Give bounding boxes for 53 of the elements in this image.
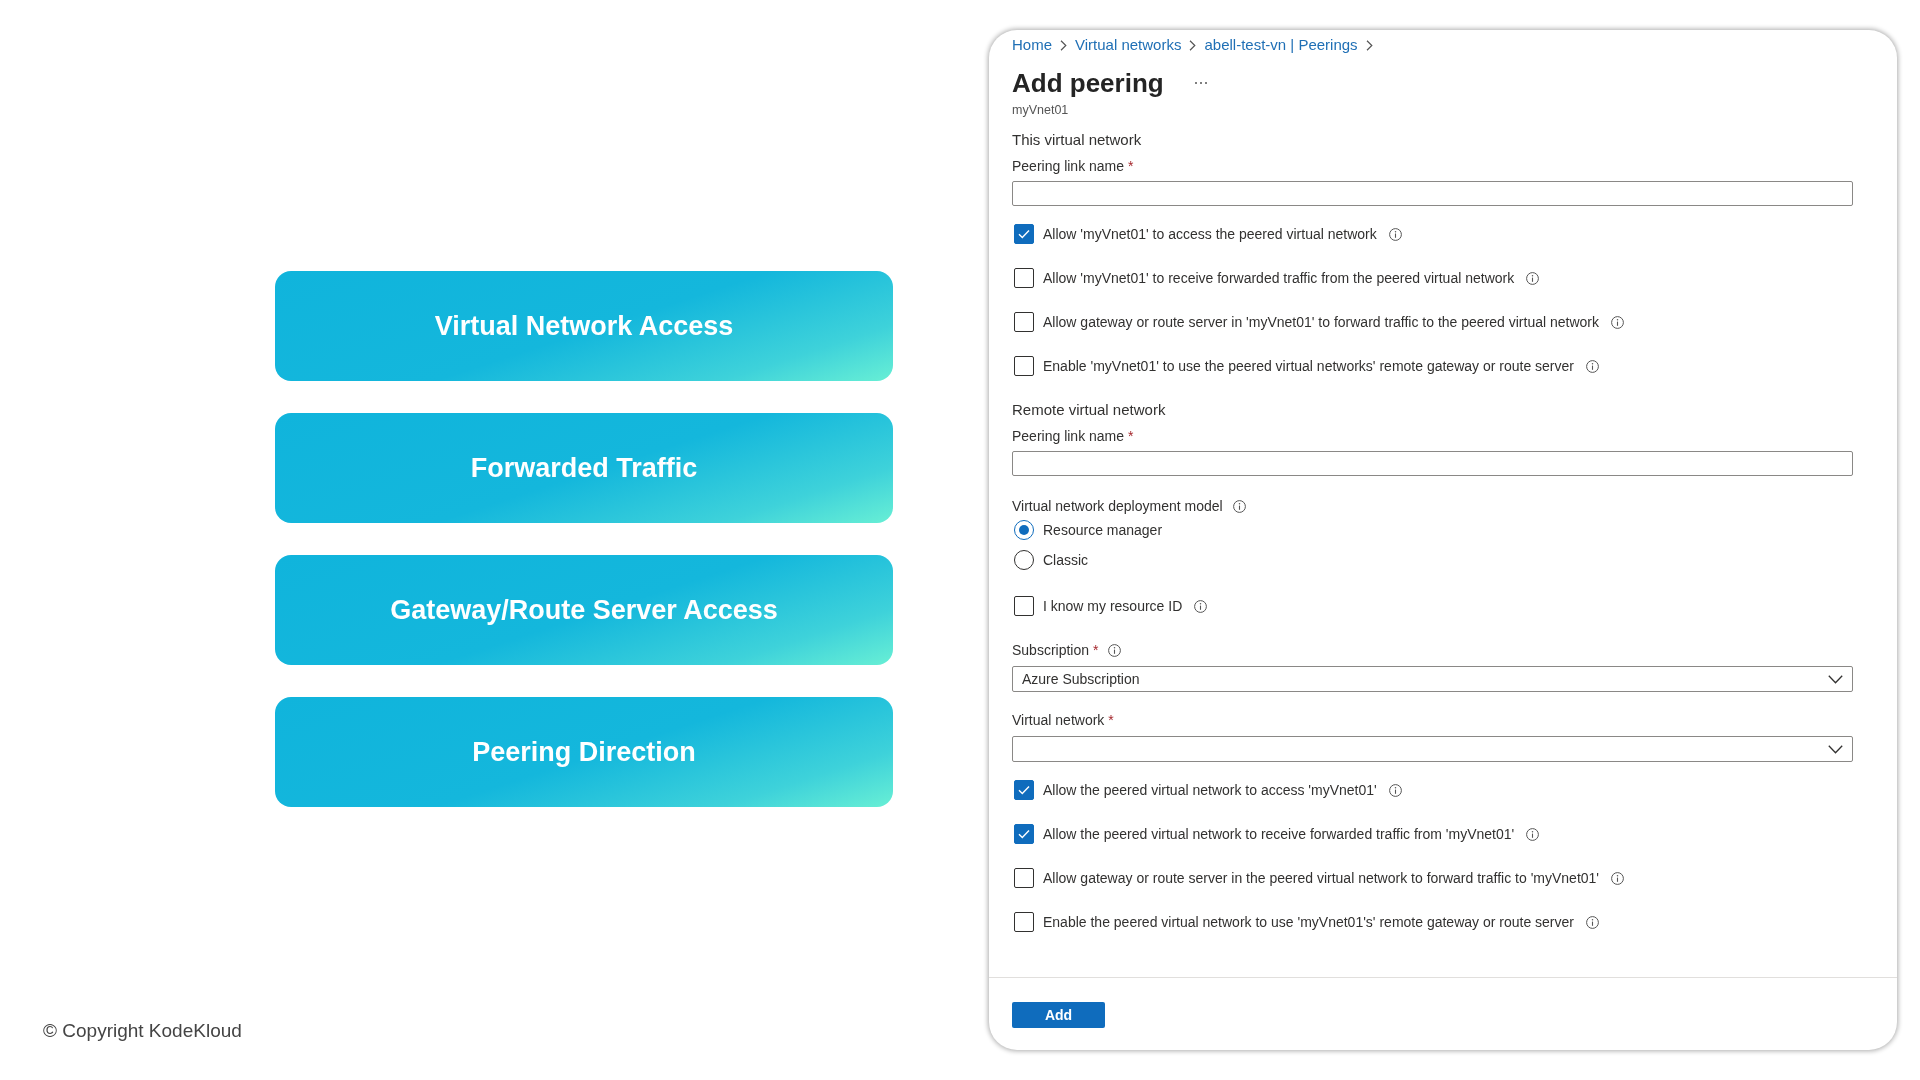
checkmark-icon [1018, 785, 1030, 795]
field-label: Peering link name * [1012, 157, 1134, 176]
text-input[interactable] [1012, 181, 1853, 206]
field-label: Subscription * [1012, 641, 1099, 660]
checkbox-label: Enable 'myVnet01' to use the peered virtual networks' remote gateway or route server [1043, 357, 1574, 376]
checkbox[interactable] [1014, 312, 1034, 332]
checkbox[interactable] [1014, 868, 1034, 888]
checkbox[interactable] [1014, 268, 1034, 288]
text-input[interactable] [1012, 451, 1853, 476]
breadcrumb-link[interactable]: Home [1012, 35, 1052, 55]
radio-label: Classic [1043, 551, 1089, 570]
section-heading: Remote virtual network [1012, 400, 1166, 420]
checkbox-label: Allow the peered virtual network to access 'myVnet01' [1043, 781, 1377, 800]
topic-card: Gateway/Route Server Access [275, 555, 893, 665]
checkbox[interactable] [1014, 824, 1034, 844]
topic-card: Virtual Network Access [275, 271, 893, 381]
radio-button[interactable] [1014, 550, 1034, 570]
checkbox[interactable] [1014, 356, 1034, 376]
dropdown[interactable] [1012, 736, 1853, 762]
breadcrumb-link[interactable]: Virtual networks [1075, 35, 1182, 55]
checkbox-label: Allow the peered virtual network to receive forwarded traffic from 'myVnet01' [1043, 825, 1515, 844]
checkbox[interactable] [1014, 224, 1034, 244]
page-title: Add peering [1012, 67, 1164, 100]
more-icon[interactable] [1193, 81, 1208, 85]
field-label: Virtual network deployment model [1012, 497, 1223, 516]
field-label: Peering link name * [1012, 427, 1134, 446]
topic-card: Forwarded Traffic [275, 413, 893, 523]
radio-button[interactable] [1014, 520, 1034, 540]
checkbox[interactable] [1014, 780, 1034, 800]
chevron-right-icon [1365, 39, 1373, 51]
breadcrumb-link[interactable]: abell-test-vn | Peerings [1204, 35, 1358, 55]
checkbox-label: Allow gateway or route server in 'myVnet01' to forward traffic to the peered virtual network [1043, 313, 1599, 332]
checkbox-label: Allow gateway or route server in the peered virtual network to forward traffic to 'myVnet01' [1043, 869, 1599, 888]
radio-label: Resource manager [1043, 521, 1163, 540]
chevron-right-icon [1189, 39, 1197, 51]
checkbox-label: Allow 'myVnet01' to access the peered virtual network [1043, 225, 1377, 244]
chevron-right-icon [1060, 39, 1067, 51]
add-button[interactable]: Add [1012, 1002, 1105, 1028]
checkbox[interactable] [1014, 912, 1034, 932]
checkbox[interactable] [1014, 596, 1034, 616]
checkmark-icon [1018, 829, 1030, 839]
dropdown[interactable]: Azure Subscription [1012, 666, 1853, 692]
chevron-down-icon [1828, 674, 1843, 684]
checkmark-icon [1018, 229, 1030, 239]
checkbox-label: Allow 'myVnet01' to receive forwarded traffic from the peered virtual network [1043, 269, 1515, 288]
section-heading: This virtual network [1012, 130, 1142, 150]
chevron-down-icon [1828, 744, 1843, 754]
checkbox-label: Enable the peered virtual network to use 'myVnet01's' remote gateway or route server [1043, 913, 1574, 932]
resource-subtitle: myVnet01 [1012, 102, 1069, 118]
field-label: Virtual network * [1012, 711, 1114, 730]
copyright-text: © Copyright KodeKloud [43, 1019, 242, 1043]
topic-card: Peering Direction [275, 697, 893, 807]
checkbox-label: I know my resource ID [1043, 597, 1183, 616]
